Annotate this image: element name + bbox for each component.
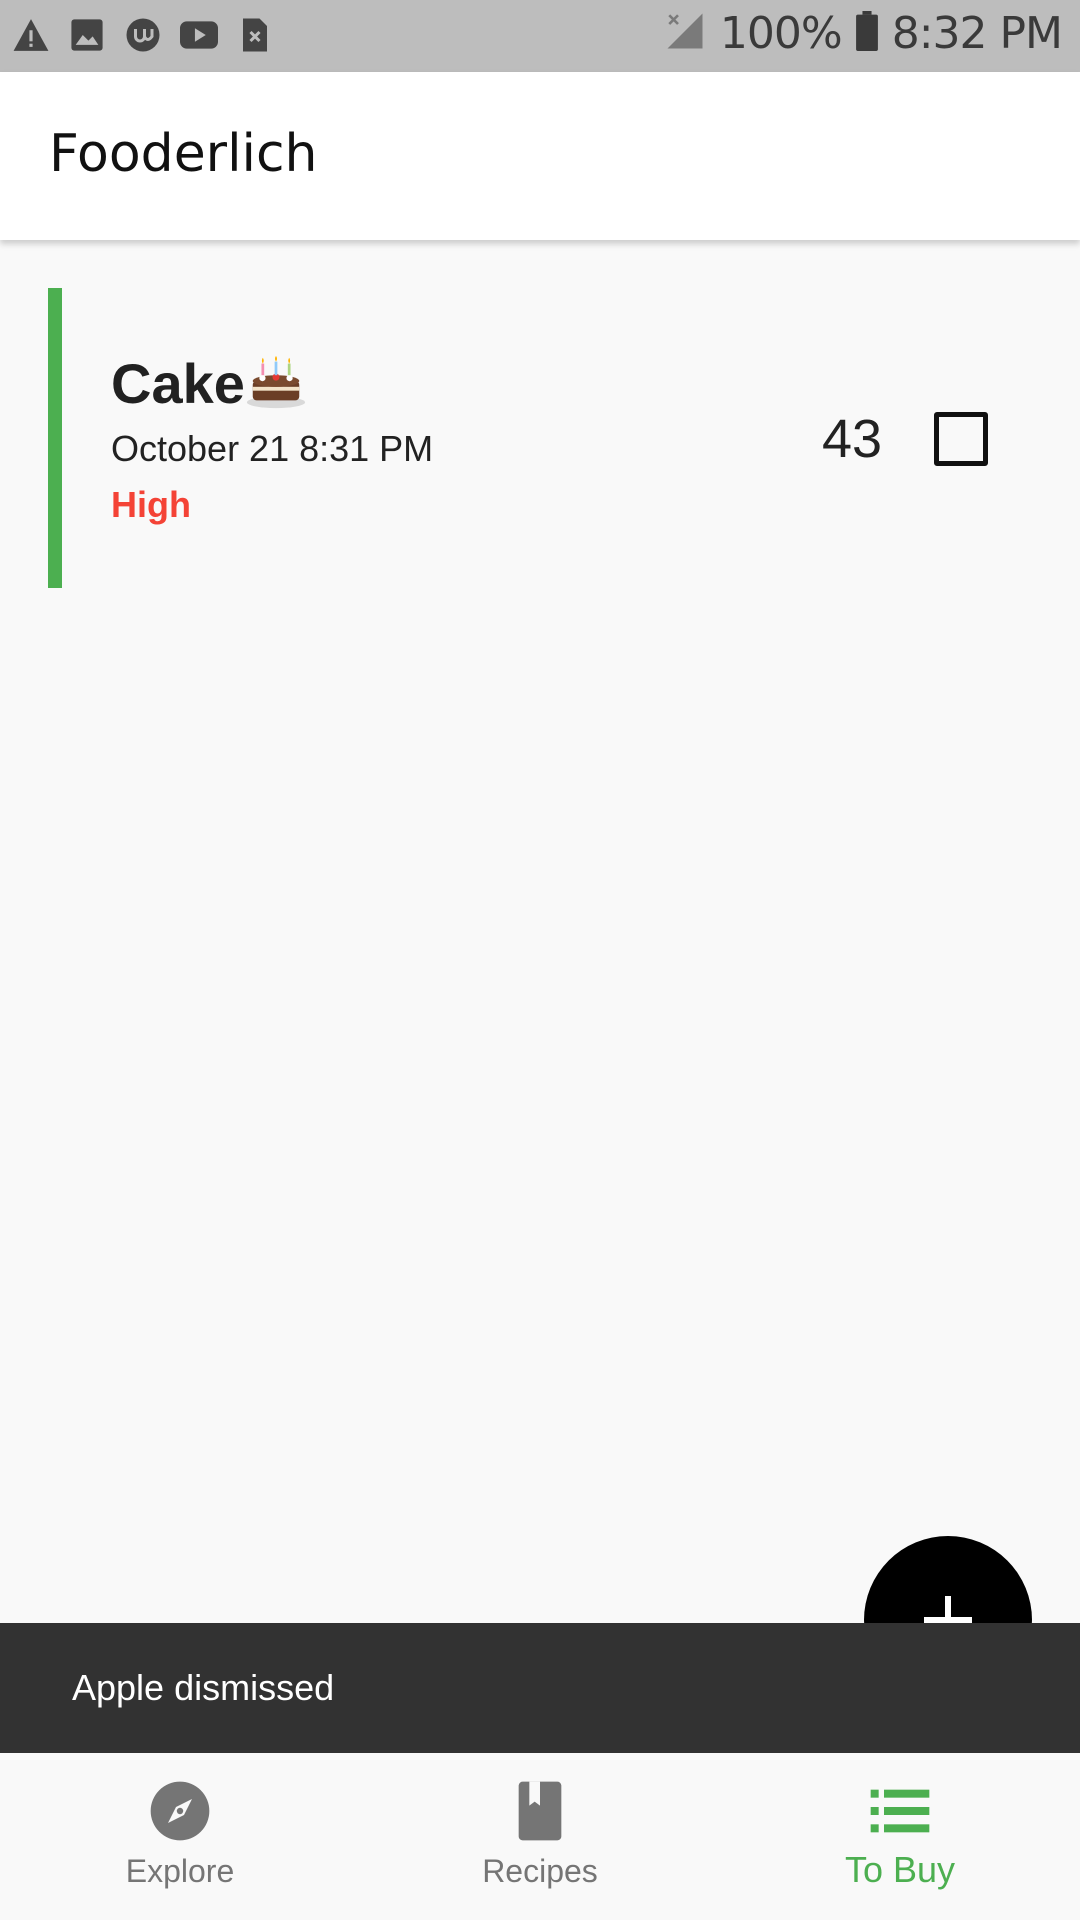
list-icon	[870, 1789, 930, 1833]
youtube-icon	[180, 16, 218, 54]
item-date: October 21 8:31 PM	[111, 428, 434, 469]
nav-item-explore[interactable]: Explore	[30, 1753, 330, 1920]
warning-icon	[12, 16, 50, 54]
nav-item-to-buy[interactable]: To Buy	[750, 1753, 1050, 1920]
nav-label-explore: Explore	[125, 1853, 235, 1889]
clock: 8:32 PM	[891, 8, 1063, 59]
bottom-navigation: Explore Recipes To Buy	[0, 1753, 1080, 1920]
item-quantity: 43	[822, 409, 883, 469]
item-name-row: Cake	[111, 350, 307, 417]
page-title: Fooderlich	[49, 124, 318, 184]
upwork-icon	[124, 16, 162, 54]
snackbar-message: Apple dismissed	[72, 1667, 335, 1708]
notification-icons	[12, 16, 274, 54]
sim-error-icon	[236, 16, 274, 54]
snackbar: Apple dismissed	[0, 1623, 1080, 1753]
cake-icon	[245, 350, 307, 417]
item-checkbox[interactable]	[934, 412, 988, 466]
nav-label-recipes: Recipes	[482, 1853, 598, 1889]
item-importance: High	[111, 484, 191, 525]
nav-item-recipes[interactable]: Recipes	[390, 1753, 690, 1920]
image-icon	[68, 16, 106, 54]
nav-label-to-buy: To Buy	[844, 1849, 956, 1890]
status-bar: 100% 8:32 PM	[0, 0, 1080, 72]
item-name: Cake	[111, 352, 245, 415]
battery-percent: 100%	[719, 8, 843, 59]
system-status: 100% 8:32 PM	[664, 8, 1063, 59]
book-icon	[518, 1781, 562, 1841]
explore-icon	[150, 1781, 210, 1841]
app-bar: Fooderlich	[0, 72, 1080, 240]
battery-icon	[855, 11, 878, 56]
item-color-bar	[48, 288, 62, 588]
signal-icon	[664, 10, 706, 57]
grocery-list-item[interactable]: Cake October 21 8:31 PM High 43	[48, 288, 1048, 588]
